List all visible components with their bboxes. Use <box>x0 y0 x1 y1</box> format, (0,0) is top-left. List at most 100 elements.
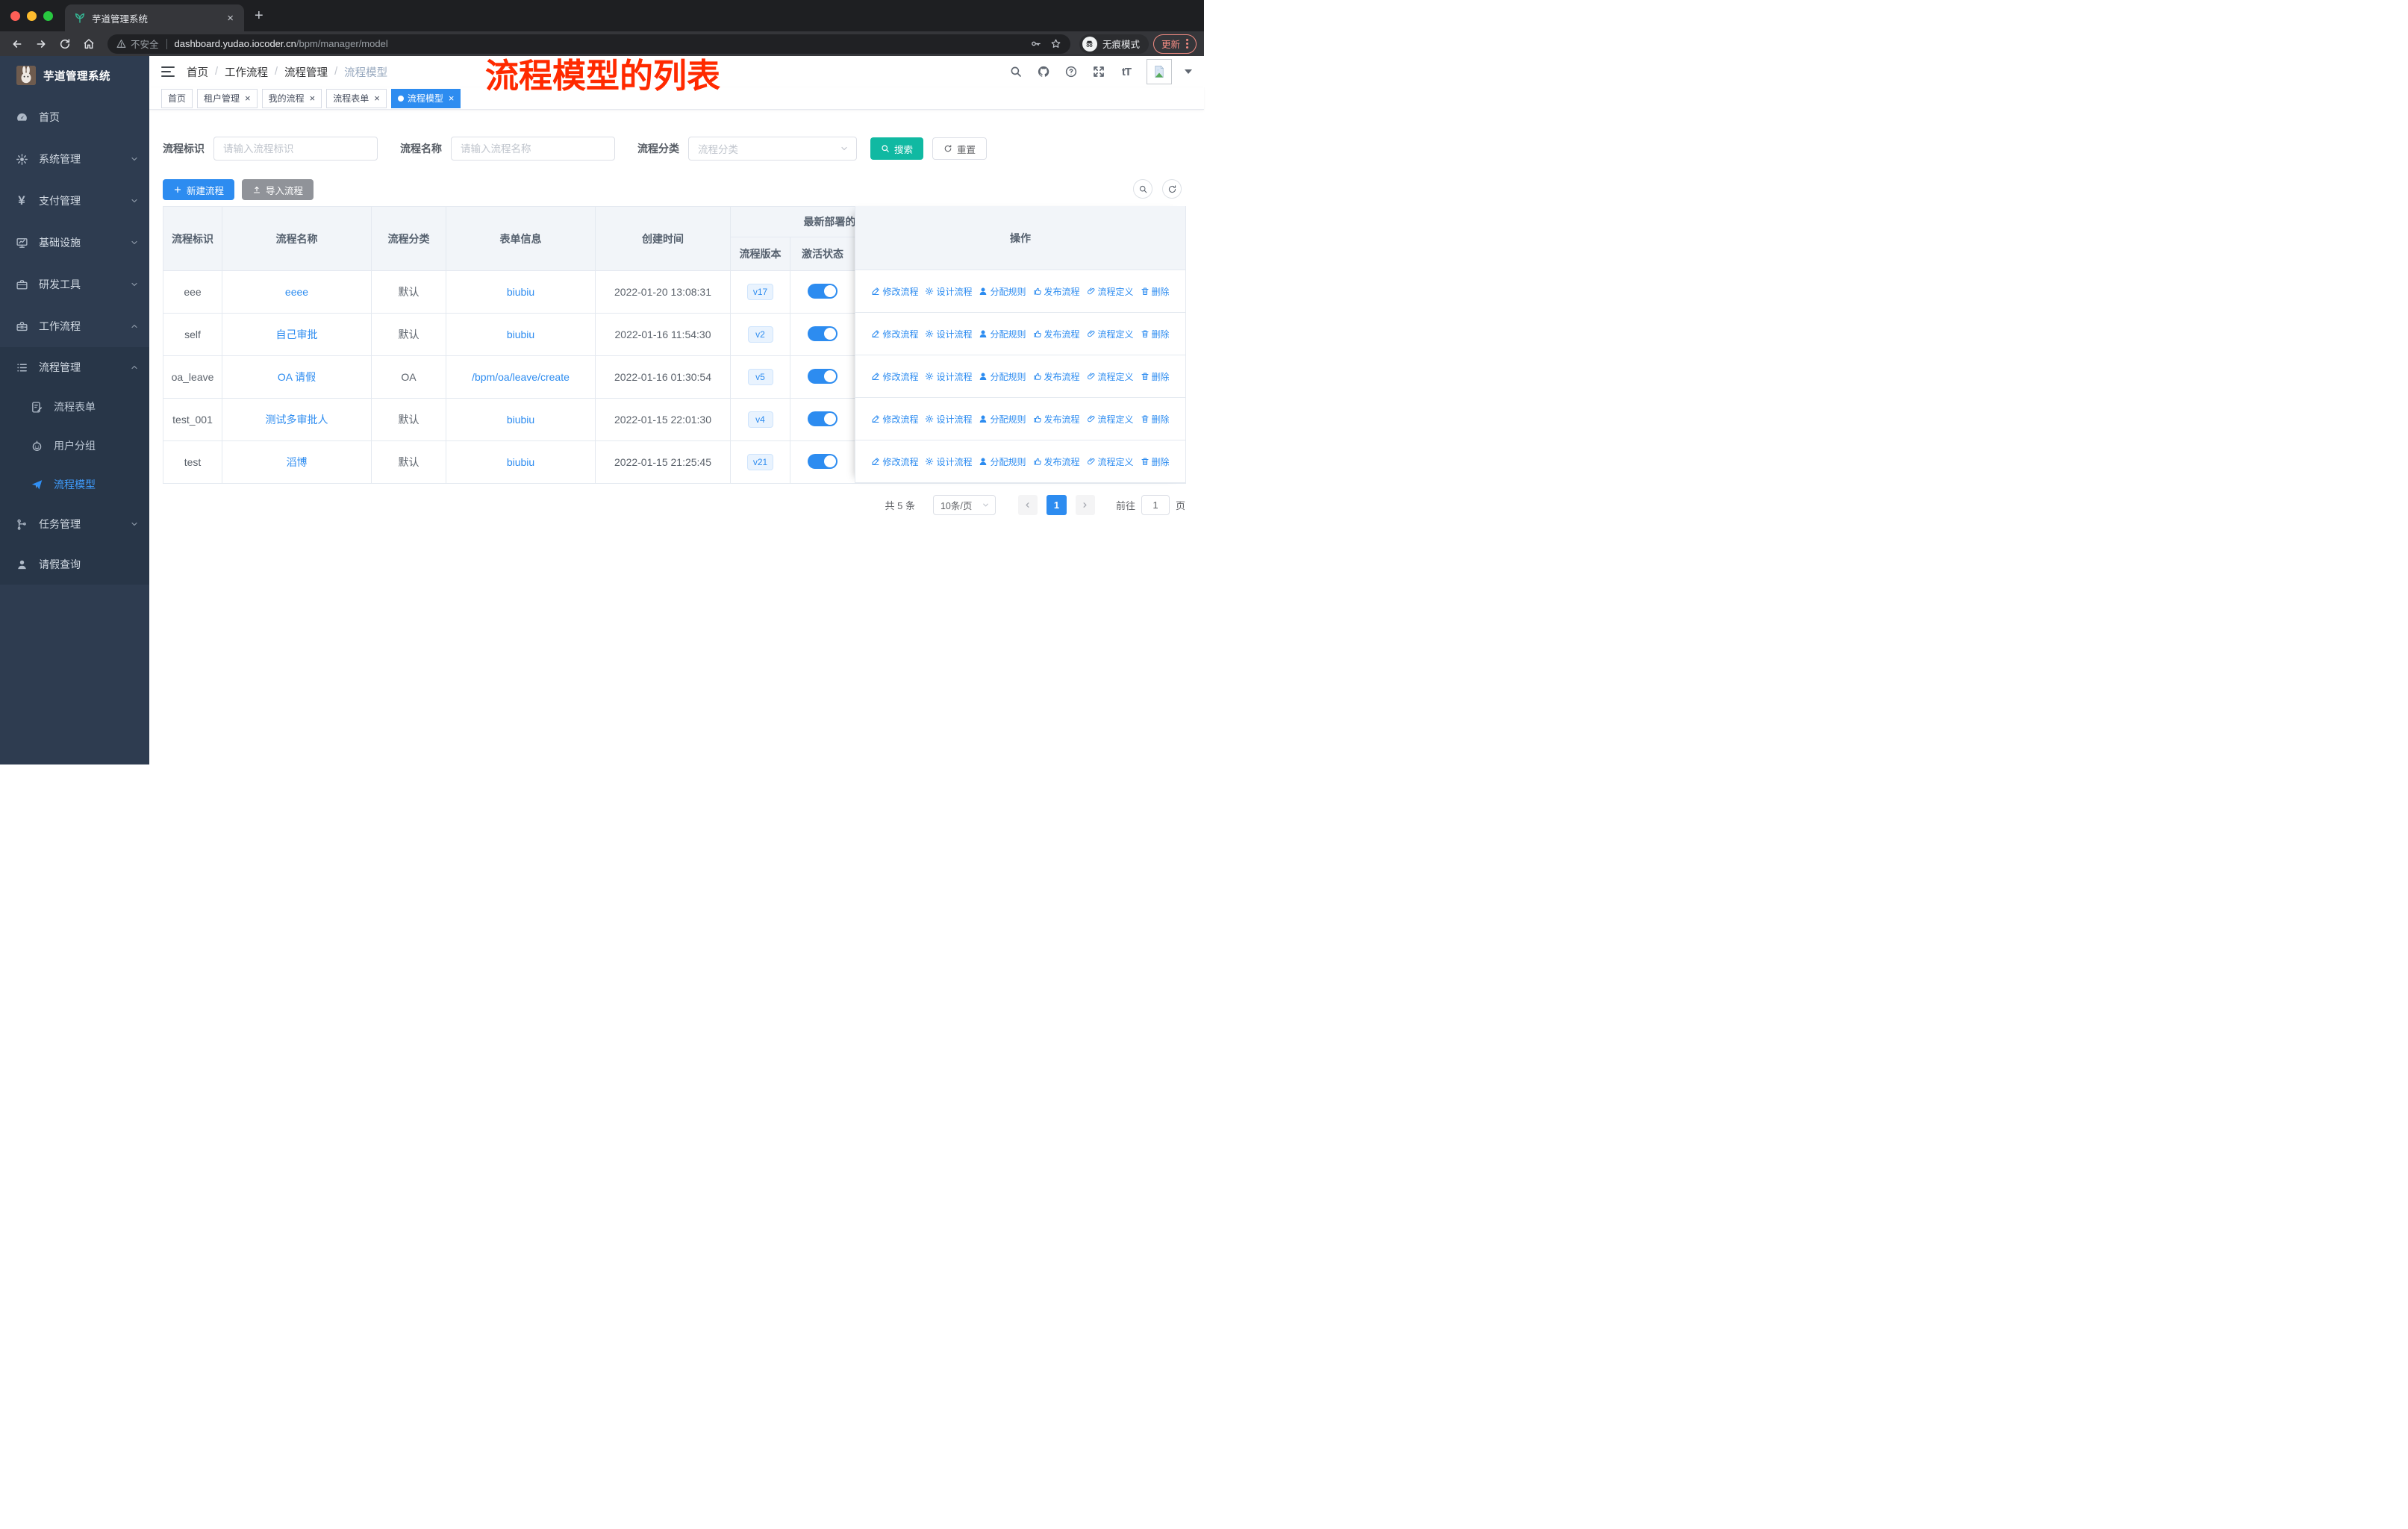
close-icon[interactable]: × <box>372 93 380 104</box>
avatar[interactable] <box>1147 59 1172 84</box>
new-tab-button[interactable]: + <box>255 7 263 25</box>
action-发布流程[interactable]: 发布流程 <box>1033 328 1080 340</box>
action-分配规则[interactable]: 分配规则 <box>979 285 1026 298</box>
app-logo-row[interactable]: 芋道管理系统 <box>0 56 149 95</box>
active-toggle[interactable] <box>808 453 838 469</box>
sidebar-item-process-mgmt[interactable]: 流程管理 <box>0 347 149 387</box>
security-status[interactable]: 不安全 <box>116 37 159 51</box>
breadcrumb-item[interactable]: 流程管理 <box>284 64 328 80</box>
action-发布流程[interactable]: 发布流程 <box>1033 455 1080 468</box>
close-icon[interactable]: × <box>243 93 251 104</box>
form-info-link[interactable]: biubiu <box>507 286 534 298</box>
action-分配规则[interactable]: 分配规则 <box>979 328 1026 340</box>
active-toggle[interactable] <box>808 283 838 299</box>
action-设计流程[interactable]: 设计流程 <box>925 328 972 340</box>
action-删除[interactable]: 删除 <box>1141 370 1170 383</box>
chevron-down-icon[interactable] <box>1185 69 1192 74</box>
address-bar[interactable]: 不安全 dashboard.yudao.iocoder.cn/bpm/manag… <box>107 34 1070 54</box>
process-name-link[interactable]: 自己审批 <box>276 328 318 340</box>
category-select[interactable]: 流程分类 <box>688 137 857 161</box>
action-流程定义[interactable]: 流程定义 <box>1087 455 1134 468</box>
font-size-icon[interactable]: tT <box>1119 64 1134 79</box>
close-tab-icon[interactable]: × <box>224 12 237 25</box>
nav-tag-首页[interactable]: 首页 <box>161 88 193 108</box>
form-info-link[interactable]: /bpm/oa/leave/create <box>472 371 570 383</box>
form-info-link[interactable]: biubiu <box>507 456 534 468</box>
sidebar-item-leave-query[interactable]: 请假查询 <box>0 544 149 585</box>
page-number-1[interactable]: 1 <box>1046 495 1067 515</box>
action-设计流程[interactable]: 设计流程 <box>925 370 972 383</box>
action-发布流程[interactable]: 发布流程 <box>1033 413 1080 426</box>
action-流程定义[interactable]: 流程定义 <box>1087 328 1134 340</box>
action-修改流程[interactable]: 修改流程 <box>871 370 918 383</box>
sidebar-item-home[interactable]: 首页 <box>0 96 149 138</box>
process-name-link[interactable]: OA 请假 <box>278 371 316 383</box>
action-修改流程[interactable]: 修改流程 <box>871 285 918 298</box>
action-删除[interactable]: 删除 <box>1141 328 1170 340</box>
breadcrumb-item[interactable]: 首页 <box>187 64 208 80</box>
sidebar-item-workflow[interactable]: 工作流程 <box>0 305 149 347</box>
sidebar-item-process-form[interactable]: 流程表单 <box>0 387 149 426</box>
bookmark-star-icon[interactable] <box>1050 38 1061 49</box>
action-修改流程[interactable]: 修改流程 <box>871 455 918 468</box>
refresh-table-button[interactable] <box>1162 179 1182 199</box>
browser-update-menu[interactable]: 更新 <box>1152 34 1197 54</box>
page-size-select[interactable]: 10条/页 <box>932 495 996 515</box>
action-删除[interactable]: 删除 <box>1141 413 1170 426</box>
process-name-input[interactable] <box>451 137 615 161</box>
process-name-link[interactable]: eeee <box>285 286 308 298</box>
active-toggle[interactable] <box>808 368 838 384</box>
action-设计流程[interactable]: 设计流程 <box>925 455 972 468</box>
sidebar-item-task-mgmt[interactable]: 任务管理 <box>0 504 149 544</box>
forward-button[interactable] <box>31 34 51 54</box>
goto-page-input[interactable] <box>1141 495 1170 515</box>
close-icon[interactable]: × <box>447 93 455 104</box>
action-删除[interactable]: 删除 <box>1141 285 1170 298</box>
sidebar-item-infra[interactable]: 基础设施 <box>0 222 149 264</box>
process-name-link[interactable]: 滔博 <box>287 456 308 468</box>
browser-tab[interactable]: 芋道管理系统 × <box>65 4 244 31</box>
action-修改流程[interactable]: 修改流程 <box>871 413 918 426</box>
password-key-icon[interactable] <box>1030 38 1041 49</box>
action-删除[interactable]: 删除 <box>1141 455 1170 468</box>
active-toggle[interactable] <box>808 411 838 426</box>
search-button[interactable]: 搜索 <box>870 137 924 160</box>
search-icon[interactable] <box>1008 64 1023 79</box>
nav-tag-流程模型[interactable]: 流程模型 × <box>390 88 461 108</box>
reset-button[interactable]: 重置 <box>932 137 988 160</box>
github-icon[interactable] <box>1036 64 1051 79</box>
help-icon[interactable] <box>1064 64 1079 79</box>
action-发布流程[interactable]: 发布流程 <box>1033 285 1080 298</box>
active-toggle[interactable] <box>808 326 838 341</box>
menu-dots-icon[interactable] <box>1186 39 1188 49</box>
sidebar-collapse-icon[interactable] <box>161 66 175 77</box>
zoom-window-button[interactable] <box>43 10 53 21</box>
close-window-button[interactable] <box>10 10 20 21</box>
process-name-link[interactable]: 测试多审批人 <box>266 414 328 426</box>
sidebar-item-pay[interactable]: ¥ 支付管理 <box>0 180 149 222</box>
fullscreen-icon[interactable] <box>1091 64 1106 79</box>
action-修改流程[interactable]: 修改流程 <box>871 328 918 340</box>
sidebar-item-user-group[interactable]: 用户分组 <box>0 426 149 465</box>
action-分配规则[interactable]: 分配规则 <box>979 413 1026 426</box>
show-search-button[interactable] <box>1133 179 1152 199</box>
minimize-window-button[interactable] <box>27 10 37 21</box>
process-key-input[interactable] <box>213 137 378 161</box>
nav-tag-租户管理[interactable]: 租户管理 × <box>197 88 258 108</box>
action-设计流程[interactable]: 设计流程 <box>925 413 972 426</box>
nav-tag-流程表单[interactable]: 流程表单 × <box>326 88 387 108</box>
action-分配规则[interactable]: 分配规则 <box>979 455 1026 468</box>
nav-tag-我的流程[interactable]: 我的流程 × <box>261 88 322 108</box>
reload-button[interactable] <box>55 34 75 54</box>
home-button[interactable] <box>79 34 99 54</box>
sidebar-item-dev[interactable]: 研发工具 <box>0 264 149 305</box>
action-流程定义[interactable]: 流程定义 <box>1087 413 1134 426</box>
create-process-button[interactable]: 新建流程 <box>163 179 235 200</box>
back-button[interactable] <box>7 34 27 54</box>
form-info-link[interactable]: biubiu <box>507 328 534 340</box>
action-流程定义[interactable]: 流程定义 <box>1087 285 1134 298</box>
action-分配规则[interactable]: 分配规则 <box>979 370 1026 383</box>
action-设计流程[interactable]: 设计流程 <box>925 285 972 298</box>
breadcrumb-item[interactable]: 工作流程 <box>225 64 268 80</box>
next-page-button[interactable] <box>1075 495 1095 515</box>
